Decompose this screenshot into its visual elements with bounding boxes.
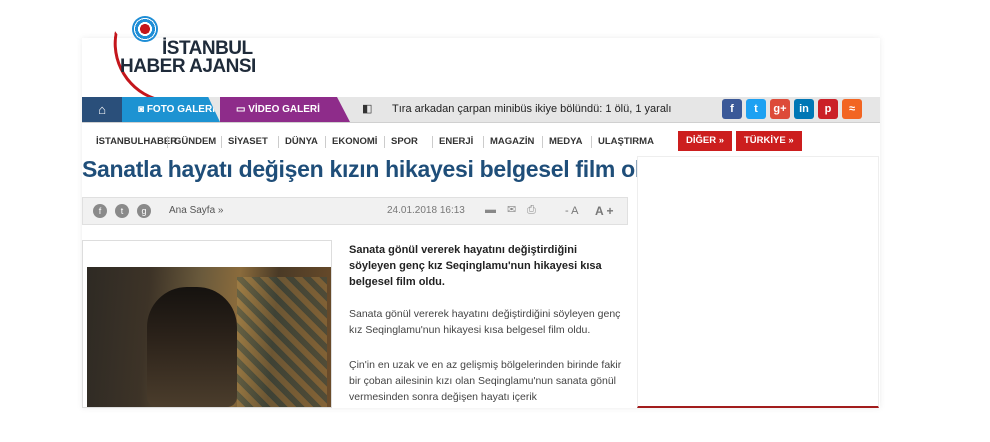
category-item[interactable]: SPOR	[391, 130, 418, 154]
social-links: f t g+ in p ≈	[722, 99, 862, 120]
print-icon[interactable]: ⎙	[527, 204, 541, 216]
category-item[interactable]: GÜNDEM	[174, 130, 216, 154]
article-title: Sanatla hayatı değişen kızın hikayesi be…	[82, 156, 669, 182]
camera-icon: ◙	[138, 104, 147, 115]
breadcrumb-home[interactable]: Ana Sayfa »	[169, 198, 223, 224]
category-separator	[167, 136, 168, 148]
category-separator	[278, 136, 279, 148]
home-icon: ⌂	[98, 102, 106, 117]
article-date: 24.01.2018 16:13	[387, 205, 465, 216]
mail-icon[interactable]: ✉	[507, 204, 521, 216]
article-toolbar: f t g Ana Sayfa » 24.01.2018 16:13 ▬ ✉ ⎙…	[82, 197, 628, 225]
category-separator	[591, 136, 592, 148]
category-item[interactable]: MEDYA	[549, 130, 582, 154]
font-smaller-button[interactable]: - A	[565, 198, 578, 224]
category-separator	[542, 136, 543, 148]
twitter-share-icon[interactable]: t	[115, 204, 129, 218]
category-item[interactable]: ULAŞTIRMA	[598, 130, 654, 154]
category-item[interactable]: MAGAZİN	[490, 130, 534, 154]
facebook-share-icon[interactable]: f	[93, 204, 107, 218]
category-separator	[483, 136, 484, 148]
article-paragraph-2: Çin'in en uzak ve en az gelişmiş bölgele…	[349, 359, 622, 403]
googleplus-share-icon[interactable]: g	[137, 204, 151, 218]
rss-icon[interactable]: ≈	[842, 99, 862, 119]
linkedin-icon[interactable]: in	[794, 99, 814, 119]
category-separator	[432, 136, 433, 148]
category-separator	[384, 136, 385, 148]
site-logo[interactable]: İSTANBUL HABER AJANSI	[105, 14, 260, 105]
facebook-icon[interactable]: f	[722, 99, 742, 119]
article-lead: Sanata gönül vererek hayatını değiştirdi…	[349, 244, 602, 288]
twitter-icon[interactable]: t	[746, 99, 766, 119]
video-galeri-label: VİDEO GALERİ	[248, 104, 320, 115]
top-navbar: ⌂ ◙ FOTO GALERİ ▭ VİDEO GALERİ ◧ Tıra ar…	[82, 97, 880, 123]
googleplus-icon[interactable]: g+	[770, 99, 790, 119]
comment-icon[interactable]: ▬	[485, 204, 499, 216]
font-larger-button[interactable]: A +	[595, 198, 614, 224]
diger-button[interactable]: DİĞER »	[678, 131, 733, 151]
logo-globe-icon	[132, 16, 158, 42]
tv-icon: ▭	[236, 104, 249, 115]
ticker-icon: ◧	[362, 103, 373, 115]
article-photo	[87, 267, 331, 407]
article-image-frame	[82, 240, 332, 408]
news-ticker[interactable]: Tıra arkadan çarpan minibüs ikiye bölünd…	[392, 97, 671, 122]
sidebar-ad-area	[637, 156, 879, 408]
foto-galeri-button[interactable]: ◙ FOTO GALERİ	[122, 97, 220, 122]
article-paragraph-1: Sanata gönül vererek hayatını değiştirdi…	[349, 308, 621, 336]
category-item[interactable]: DÜNYA	[285, 130, 318, 154]
home-button[interactable]: ⌂	[82, 97, 122, 122]
pinterest-icon[interactable]: p	[818, 99, 838, 119]
photo-subject	[147, 287, 237, 407]
category-nav: İSTANBULHABER GÜNDEM SİYASET DÜNYA EKONOMİ SP…	[82, 130, 880, 154]
category-separator	[325, 136, 326, 148]
video-galeri-button[interactable]: ▭ VİDEO GALERİ	[220, 97, 350, 122]
logo-line2: HABER AJANSI	[120, 56, 256, 77]
category-item[interactable]: EKONOMİ	[332, 130, 377, 154]
category-item[interactable]: ENERJİ	[439, 130, 473, 154]
category-item[interactable]: İSTANBULHABER	[96, 130, 177, 154]
foto-galeri-label: FOTO GALERİ	[146, 104, 215, 115]
category-separator	[221, 136, 222, 148]
turkiye-button[interactable]: TÜRKİYE »	[736, 131, 802, 151]
category-item[interactable]: SİYASET	[228, 130, 268, 154]
